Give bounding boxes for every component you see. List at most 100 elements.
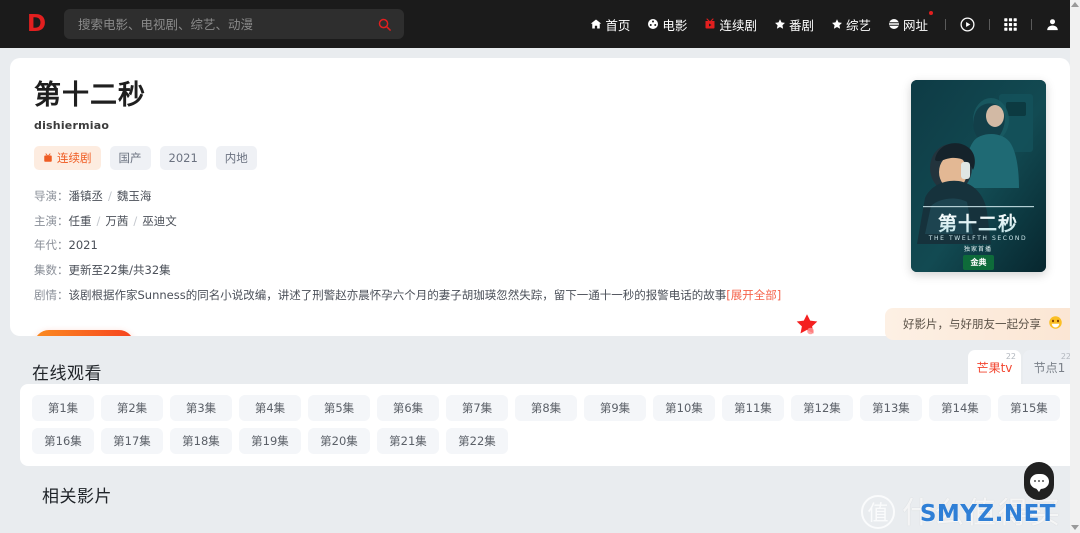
smiley-face-icon	[1049, 316, 1062, 329]
source-tab-mangotv[interactable]: 22 芒果tv	[968, 350, 1021, 384]
section-header: 在线观看 22 芒果tv 22 节点1	[20, 350, 1080, 384]
nav-item-tv-series[interactable]: 连续剧	[704, 15, 757, 34]
meta-label: 剧情：	[34, 287, 69, 302]
search-input[interactable]	[78, 16, 375, 32]
meta-separator: /	[133, 213, 138, 228]
user-account-button[interactable]	[1045, 17, 1060, 32]
episode-button[interactable]: 第22集	[446, 428, 508, 454]
source-tabs: 22 芒果tv 22 节点1	[968, 350, 1076, 384]
nav-label: 网址	[902, 17, 928, 33]
director-link[interactable]: 潘镇丞	[69, 189, 104, 203]
episode-button[interactable]: 第20集	[308, 428, 370, 454]
nav-item-home[interactable]: 首页	[590, 15, 630, 34]
nav-item-websites[interactable]: 网址	[888, 10, 933, 34]
actor-link[interactable]: 万茜	[105, 214, 128, 228]
nav-label: 首页	[605, 17, 631, 33]
home-icon	[590, 18, 602, 30]
tv-series-icon	[704, 18, 716, 30]
director-link[interactable]: 魏玉海	[117, 189, 152, 203]
apps-grid-icon	[1004, 17, 1017, 31]
episode-button[interactable]: 第12集	[791, 395, 853, 421]
share-banner[interactable]: 好影片，与好朋友一起分享	[885, 308, 1070, 340]
search-button[interactable]	[375, 17, 394, 32]
meta-label: 集数：	[34, 263, 69, 278]
movie-detail-card: 第十二秒 dishiermiao 连续剧 国产 2021 内地 导演： 潘镇丞 …	[10, 58, 1070, 336]
chat-dot	[1038, 480, 1040, 482]
user-account-icon	[1047, 18, 1058, 30]
scrollbar-vertical[interactable]	[1070, 48, 1080, 533]
episode-button[interactable]: 第17集	[101, 428, 163, 454]
chat-bubble-icon	[1029, 473, 1049, 492]
svg-text:独家首播: 独家首播	[964, 245, 992, 253]
page-body: 第十二秒 dishiermiao 连续剧 国产 2021 内地 导演： 潘镇丞 …	[0, 48, 1080, 507]
source-count: 22	[1005, 352, 1016, 361]
episode-button[interactable]: 第13集	[860, 395, 922, 421]
tag-region[interactable]: 国产	[109, 146, 151, 171]
scroll-down-arrow-icon[interactable]	[1071, 525, 1079, 530]
meta-row-episodes: 集数： 更新至22集/共32集	[34, 262, 1046, 279]
episode-button[interactable]: 第21集	[377, 428, 439, 454]
play-circle-button[interactable]	[959, 16, 976, 33]
nav-badge-dot	[929, 10, 933, 15]
title-pinyin: dishiermiao	[34, 119, 110, 133]
episode-button[interactable]: 第5集	[308, 395, 370, 421]
actor-link[interactable]: 任重	[69, 214, 92, 228]
nav-divider	[1031, 18, 1032, 30]
episode-button[interactable]: 第14集	[929, 395, 991, 421]
meta-separator: /	[96, 213, 101, 228]
expand-all-link[interactable]: [展开全部]	[726, 287, 781, 304]
nav-item-movies[interactable]: 电影	[647, 15, 687, 34]
smiley-emoji-icon	[1048, 315, 1063, 333]
tag-label: 连续剧	[57, 151, 92, 166]
search-icon	[378, 18, 391, 31]
episode-button[interactable]: 第2集	[101, 395, 163, 421]
meta-row-director: 导演： 潘镇丞 / 魏玉海	[34, 188, 1046, 205]
episode-button[interactable]: 第1集	[32, 395, 94, 421]
meta-list: 导演： 潘镇丞 / 魏玉海 主演： 任重 / 万茜 / 巫迪文 年代： 2021…	[34, 188, 1046, 304]
section-title-online-watch: 在线观看	[32, 364, 102, 384]
nav-item-anime[interactable]: 番剧	[774, 15, 814, 34]
scroll-up-arrow-icon[interactable]	[1071, 2, 1079, 7]
episode-button[interactable]: 第19集	[239, 428, 301, 454]
episode-button[interactable]: 第8集	[515, 395, 577, 421]
play-now-button[interactable]: 立即播放	[34, 329, 134, 336]
site-logo[interactable]: D	[14, 12, 58, 36]
episode-button[interactable]: 第9集	[584, 395, 646, 421]
tag-area[interactable]: 内地	[215, 146, 257, 171]
poster-image[interactable]: 第十二秒 THE TWELFTH SECOND 独家首播 金典	[911, 80, 1046, 272]
tag-category[interactable]: 连续剧	[34, 146, 101, 171]
scrollbar-vertical-top[interactable]	[1070, 0, 1080, 48]
chat-support-button[interactable]	[1024, 462, 1054, 500]
actor-link[interactable]: 巫迪文	[142, 214, 177, 228]
episode-button[interactable]: 第7集	[446, 395, 508, 421]
episode-button[interactable]: 第10集	[653, 395, 715, 421]
chat-dot	[1042, 480, 1044, 482]
episode-button[interactable]: 第11集	[722, 395, 784, 421]
episode-button[interactable]: 第18集	[170, 428, 232, 454]
search-bar[interactable]	[64, 9, 404, 39]
episode-grid: 第1集 第2集 第3集 第4集 第5集 第6集 第7集 第8集 第9集 第10集 第11集 第12集第…	[32, 395, 1068, 454]
nav-label: 电影	[662, 17, 688, 33]
poster-artwork: 第十二秒 THE TWELFTH SECOND 独家首播 金典	[911, 80, 1046, 272]
nav-label: 综艺	[845, 17, 871, 33]
episode-button[interactable]: 第16集	[32, 428, 94, 454]
episode-button[interactable]: 第4集	[239, 395, 301, 421]
nav-label: 番剧	[788, 17, 814, 33]
play-now-label: 立即播放	[65, 335, 115, 336]
tag-year[interactable]: 2021	[159, 146, 207, 171]
svg-text:THE TWELFTH SECOND: THE TWELFTH SECOND	[928, 235, 1027, 242]
meta-row-year: 年代： 2021	[34, 237, 1046, 254]
source-tab-node1[interactable]: 22 节点1	[1023, 350, 1076, 384]
episode-button[interactable]: 第3集	[170, 395, 232, 421]
favorite-star[interactable]	[795, 312, 819, 340]
nav-divider	[989, 18, 990, 30]
meta-label: 导演：	[34, 189, 69, 204]
film-reel-icon	[647, 18, 659, 30]
online-watch-section: 在线观看 22 芒果tv 22 节点1 第1集 第2集 第3集 第4集 第5集 第6集 第7…	[20, 350, 1080, 507]
apps-grid-button[interactable]	[1003, 17, 1018, 32]
episode-button[interactable]: 第6集	[377, 395, 439, 421]
episode-button[interactable]: 第15集	[998, 395, 1060, 421]
nav-item-variety[interactable]: 综艺	[831, 15, 871, 34]
main-nav: 首页 电影 连续剧 番剧 综艺 网址	[590, 0, 1064, 48]
svg-text:第十二秒: 第十二秒	[938, 212, 1018, 235]
